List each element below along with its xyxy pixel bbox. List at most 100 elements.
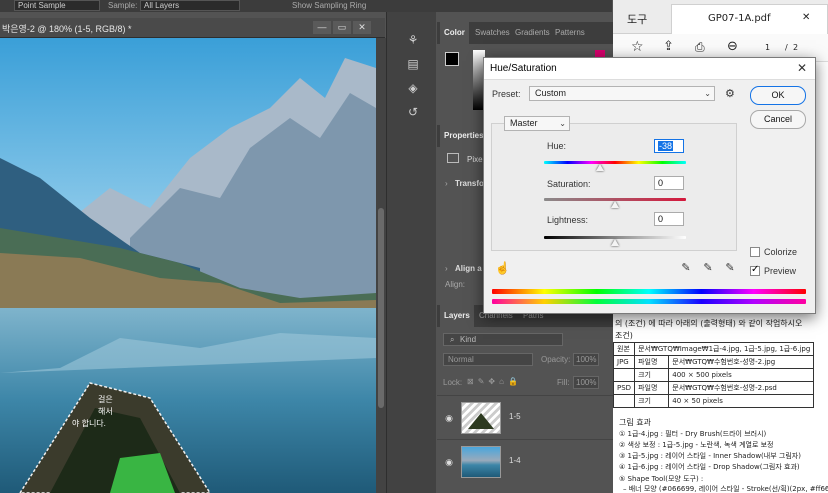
actions-icon[interactable]: ↺ xyxy=(405,104,421,120)
pdf-conditions-heading: 조건) xyxy=(615,331,633,340)
document-tab[interactable]: 박은영-2 @ 180% (1-5, RGB/8) * — ▭ ✕ xyxy=(0,18,385,38)
tab-patterns[interactable]: Patterns xyxy=(551,22,589,44)
pdf-file-name: GP07-1A.pdf xyxy=(708,13,771,24)
layer-kind-filter[interactable]: ⌕ Kind xyxy=(443,333,563,346)
blend-mode-select[interactable]: Normal xyxy=(443,353,533,366)
opacity-field[interactable]: 100% xyxy=(573,353,599,366)
preview-checkbox[interactable] xyxy=(750,264,760,276)
preview-label[interactable]: Preview xyxy=(764,266,796,276)
eyedropper-plus-icon[interactable]: ✎ xyxy=(701,261,715,275)
hue-slider[interactable] xyxy=(544,161,686,164)
table-cell: 파일명 xyxy=(634,381,670,395)
brush-settings-icon[interactable]: ◈ xyxy=(405,80,421,96)
visibility-eye-icon[interactable]: ◉ xyxy=(443,456,455,468)
layer-row[interactable]: ◉ 1-5 xyxy=(437,395,613,439)
panel-icon-column: ⚘ ▤ ◈ ↺ xyxy=(386,12,436,493)
comment-icon[interactable]: ▤ xyxy=(405,56,421,72)
layer-thumbnail xyxy=(461,446,501,478)
document-title: 박은영-2 @ 180% (1-5, RGB/8) * xyxy=(2,24,132,34)
input-color-bar xyxy=(492,289,806,294)
layer-name[interactable]: 1-4 xyxy=(509,456,521,465)
saturation-field[interactable]: 0 xyxy=(654,176,684,190)
effect-item: ③ 1급-5.jpg : 레이어 스타일 - Inner Shadow(내부 그… xyxy=(619,452,801,460)
restore-button[interactable]: ▭ xyxy=(333,21,351,34)
tab-layers[interactable]: Layers xyxy=(440,305,474,327)
sampling-ring-label[interactable]: Show Sampling Ring xyxy=(292,1,366,10)
close-document-button[interactable]: ✕ xyxy=(353,21,371,34)
tools-tab[interactable]: 도구 xyxy=(627,11,647,27)
color-panel-tabs: Color Swatches Gradients Patterns xyxy=(437,22,613,44)
channel-select[interactable]: Master ⌄ xyxy=(504,116,570,131)
hue-value: -38 xyxy=(658,141,674,151)
eyedropper-icon[interactable]: ✎ xyxy=(679,261,693,275)
scroll-thumb[interactable] xyxy=(378,208,384,408)
history-icon[interactable]: ⚘ xyxy=(405,32,421,48)
eyedropper-minus-icon[interactable]: ✎ xyxy=(723,261,737,275)
lightness-slider-thumb[interactable] xyxy=(611,239,619,246)
hue-saturation-dialog: Hue/Saturation ✕ Preset: Custom ⌄ ⚙ OK C… xyxy=(483,57,816,314)
targeted-adjustment-hand-icon[interactable]: ☝ xyxy=(495,261,510,275)
tab-color[interactable]: Color xyxy=(440,22,469,44)
minimize-button[interactable]: — xyxy=(313,21,331,34)
table-cell: 40 × 50 pixels xyxy=(668,394,815,408)
upload-icon[interactable]: ⇪ xyxy=(663,39,674,54)
dialog-title-bar[interactable]: Hue/Saturation ✕ xyxy=(484,58,815,80)
document-canvas[interactable]: 걸은 해서 야 합니다. xyxy=(0,38,376,493)
table-cell: 400 × 500 pixels xyxy=(668,368,815,382)
lock-label: Lock: xyxy=(443,378,463,387)
visibility-eye-icon[interactable]: ◉ xyxy=(443,412,455,424)
preset-label: Preset: xyxy=(492,89,521,99)
zoom-out-icon[interactable]: ⊖ xyxy=(727,39,738,54)
tab-swatches[interactable]: Swatches xyxy=(471,22,514,44)
table-cell: JPG xyxy=(613,355,636,369)
adjustment-group xyxy=(491,123,737,251)
table-cell xyxy=(613,394,636,408)
landscape-image xyxy=(0,38,376,493)
cancel-button[interactable]: Cancel xyxy=(750,110,806,129)
saturation-slider-thumb[interactable] xyxy=(611,201,619,208)
hue-label: Hue: xyxy=(547,141,567,151)
layer-thumbnail xyxy=(461,402,501,434)
pdf-document-tab[interactable]: GP07-1A.pdf ✕ xyxy=(671,4,828,34)
tab-properties[interactable]: Properties xyxy=(440,125,488,147)
pdf-instruction-line: 의 (조건) 에 따라 아래의 (출력형태) 와 같이 작업하시오 xyxy=(615,319,803,328)
chevron-down-icon: ⌄ xyxy=(559,119,566,128)
ok-button[interactable]: OK xyxy=(750,86,806,105)
colorize-label[interactable]: Colorize xyxy=(764,247,797,257)
chevron-down-icon: ⌄ xyxy=(704,89,711,98)
effect-item: ④ 1급-6.jpg : 레이어 스타일 - Drop Shadow(그림자 효… xyxy=(619,463,800,471)
table-cell: PSD xyxy=(613,381,636,395)
print-icon[interactable]: ⎙ xyxy=(695,40,705,55)
colorize-checkbox[interactable] xyxy=(750,247,760,257)
kind-label: Kind xyxy=(460,335,477,344)
preset-select[interactable]: Custom ⌄ xyxy=(529,86,715,101)
search-icon: ⌕ xyxy=(450,335,455,344)
effect-item: ① 1급-4.jpg : 필터 - Dry Brush(드라이 브러시) xyxy=(619,430,767,438)
collapse-transform-icon[interactable]: › xyxy=(445,179,448,188)
tab-gradients[interactable]: Gradients xyxy=(511,22,554,44)
lock-icons[interactable]: ⊠✎✥⌂🔒 xyxy=(467,377,522,386)
layer-name[interactable]: 1-5 xyxy=(509,412,521,421)
blend-mode-value: Normal xyxy=(448,355,474,364)
close-icon[interactable]: ✕ xyxy=(795,61,809,75)
vertical-scrollbar[interactable] xyxy=(376,38,386,493)
table-cell: 문서₩GTQ₩Image₩1급-4.jpg, 1급-5.jpg, 1급-6.jp… xyxy=(634,342,815,356)
hue-slider-thumb[interactable] xyxy=(596,164,604,171)
sample-layers-select[interactable]: All Layers xyxy=(140,0,240,11)
preset-options-gear-icon[interactable]: ⚙ xyxy=(725,87,735,100)
lightness-field[interactable]: 0 xyxy=(654,212,684,226)
fill-field[interactable]: 100% xyxy=(573,376,599,389)
collapse-align-icon[interactable]: › xyxy=(445,264,448,273)
hue-value-field[interactable]: -38 xyxy=(654,139,684,153)
layer-row[interactable]: ◉ 1-4 xyxy=(437,439,613,483)
sample-label: Sample: xyxy=(108,1,138,10)
pixel-layer-icon xyxy=(447,153,459,163)
star-icon[interactable]: ☆ xyxy=(631,39,644,55)
pdf-tab-bar: 도구 GP07-1A.pdf ✕ xyxy=(613,0,828,34)
foreground-color-swatch[interactable] xyxy=(445,52,459,66)
page-current[interactable]: 1 xyxy=(765,43,770,52)
sample-size-select[interactable]: Point Sample xyxy=(14,0,100,11)
effects-heading: 그림 효과 xyxy=(619,418,651,427)
canvas-text-line-2: 해서 xyxy=(98,407,113,416)
close-icon[interactable]: ✕ xyxy=(802,12,810,23)
